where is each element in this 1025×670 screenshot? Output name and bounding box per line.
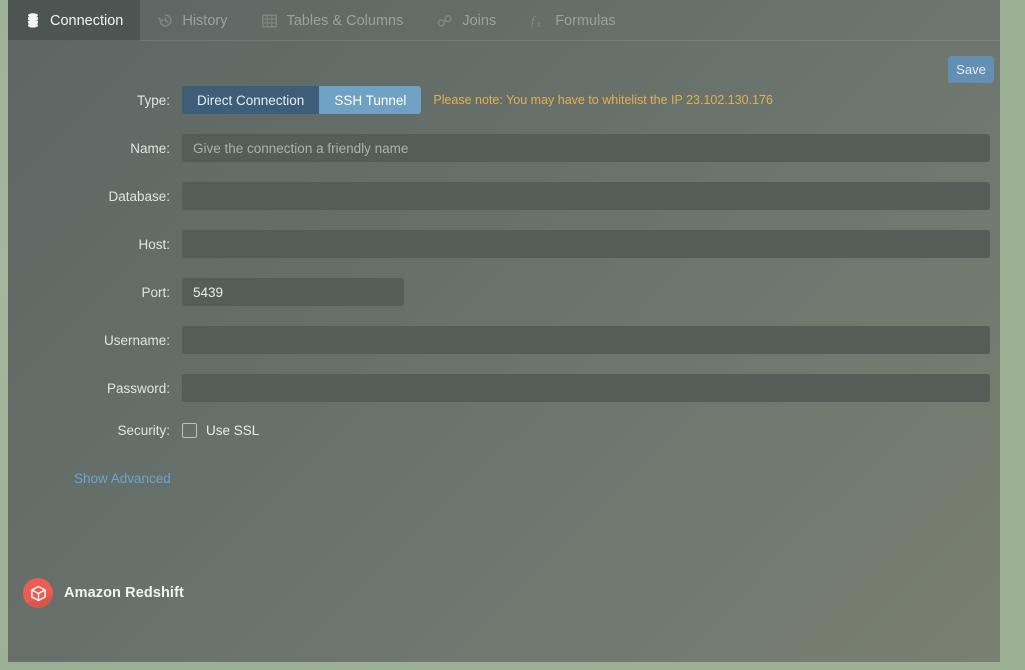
- username-label: Username:: [103, 332, 170, 348]
- tab-formulas[interactable]: f x Formulas: [513, 0, 632, 41]
- brand-name-label: Amazon Redshift: [64, 585, 184, 601]
- form-row-host: Host:: [8, 230, 1000, 258]
- connection-form: Save Type: Direct Connection SSH Tunnel …: [8, 41, 1000, 662]
- show-advanced-link[interactable]: Show Advanced: [74, 471, 171, 486]
- tab-bar: Connection History Tables & Columns Join…: [8, 0, 1000, 41]
- type-option-direct-connection[interactable]: Direct Connection: [182, 86, 320, 114]
- port-label: Port:: [141, 284, 170, 300]
- tab-history-label: History: [182, 12, 228, 29]
- cube-icon: [23, 578, 53, 608]
- history-icon: [157, 13, 173, 29]
- name-input[interactable]: [182, 134, 990, 162]
- use-ssl-label[interactable]: Use SSL: [206, 423, 259, 438]
- svg-text:x: x: [535, 19, 540, 29]
- type-option-ssh-tunnel[interactable]: SSH Tunnel: [319, 86, 422, 114]
- form-row-username: Username:: [8, 326, 1000, 354]
- form-row-name: Name:: [8, 134, 1000, 162]
- whitelist-note: Please note: You may have to whitelist t…: [433, 93, 773, 107]
- database-icon: [25, 13, 41, 29]
- type-label: Type:: [136, 92, 170, 108]
- save-button[interactable]: Save: [948, 56, 994, 83]
- password-input[interactable]: [182, 374, 990, 402]
- tab-tables-columns-label: Tables & Columns: [286, 12, 404, 29]
- form-row-port: Port:: [8, 278, 1000, 306]
- tab-connection[interactable]: Connection: [8, 0, 141, 41]
- tab-joins-label: Joins: [462, 12, 497, 29]
- host-input[interactable]: [182, 230, 990, 258]
- database-label: Database:: [108, 188, 170, 204]
- left-edge-strip: [0, 0, 8, 670]
- tab-joins[interactable]: Joins: [420, 0, 513, 41]
- tab-tables-columns[interactable]: Tables & Columns: [244, 0, 420, 41]
- security-label: Security:: [117, 423, 170, 438]
- host-label: Host:: [138, 236, 170, 252]
- form-row-type: Type: Direct Connection SSH Tunnel Pleas…: [8, 86, 1000, 114]
- port-input[interactable]: [182, 278, 404, 306]
- type-toggle-group: Direct Connection SSH Tunnel: [182, 86, 422, 114]
- form-row-database: Database:: [8, 182, 1000, 210]
- username-input[interactable]: [182, 326, 990, 354]
- link-icon: [437, 13, 453, 29]
- tab-connection-label: Connection: [50, 12, 124, 29]
- tab-history[interactable]: History: [140, 0, 244, 41]
- tab-formulas-label: Formulas: [555, 12, 616, 29]
- form-row-password: Password:: [8, 374, 1000, 402]
- brand-footer: Amazon Redshift: [23, 578, 184, 608]
- grid-icon: [261, 13, 277, 29]
- fx-icon: f x: [530, 13, 546, 29]
- use-ssl-checkbox[interactable]: [182, 423, 197, 438]
- form-row-security: Security: Use SSL: [8, 423, 1000, 438]
- password-label: Password:: [106, 380, 170, 396]
- database-input[interactable]: [182, 182, 990, 210]
- name-label: Name:: [130, 140, 170, 156]
